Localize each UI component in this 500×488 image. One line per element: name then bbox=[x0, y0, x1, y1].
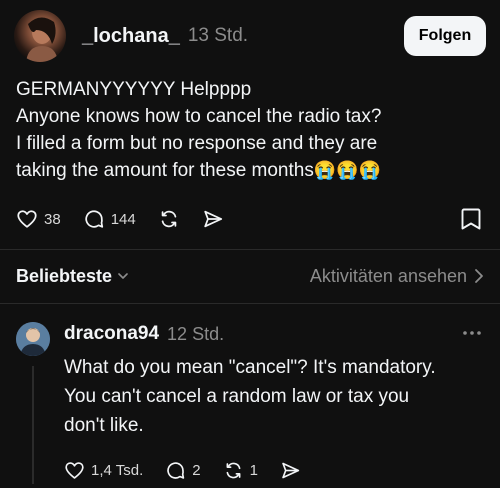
sort-dropdown[interactable]: Beliebteste bbox=[16, 266, 112, 287]
comment-icon bbox=[167, 461, 185, 479]
reply-like-count: 1,4 Tsd. bbox=[91, 461, 144, 479]
like-count: 38 bbox=[44, 210, 61, 228]
comment-button[interactable]: 144 bbox=[83, 208, 136, 230]
reply-line: You can't cancel a random law or tax you bbox=[64, 386, 410, 407]
post-line: taking the amount for these months bbox=[16, 160, 314, 181]
reply-comment-button[interactable]: 2 bbox=[165, 460, 201, 481]
reply-timestamp: 12 Std. bbox=[167, 323, 225, 344]
reply-like-button[interactable]: 1,4 Tsd. bbox=[64, 460, 143, 481]
post-author[interactable]: _lochana_ bbox=[82, 25, 180, 48]
divider bbox=[0, 303, 500, 304]
post-line-last: taking the amount for these months😭😭😭 bbox=[16, 157, 486, 184]
view-activity-label: Aktivitäten ansehen bbox=[309, 265, 467, 286]
repost-icon bbox=[161, 210, 177, 228]
reply-avatar[interactable] bbox=[16, 322, 50, 356]
post-line: Anyone knows how to cancel the radio tax… bbox=[16, 106, 382, 127]
thread-line bbox=[32, 366, 34, 484]
share-icon bbox=[282, 462, 300, 478]
crying-emoji: 😭😭😭 bbox=[313, 160, 382, 180]
chevron-right-icon bbox=[475, 269, 483, 283]
more-options-icon[interactable] bbox=[460, 326, 484, 340]
view-activity-link[interactable]: Aktivitäten ansehen bbox=[310, 266, 484, 287]
share-button[interactable] bbox=[202, 208, 224, 230]
reply-actions: 1,4 Tsd. 2 1 bbox=[64, 457, 323, 483]
chevron-down-icon[interactable] bbox=[117, 270, 129, 282]
reply-line: don't like. bbox=[64, 415, 144, 436]
repost-icon bbox=[226, 462, 241, 478]
reply-line: What do you mean "cancel"? It's mandator… bbox=[64, 357, 436, 378]
divider bbox=[0, 249, 500, 250]
reply-comment-count: 2 bbox=[192, 461, 201, 479]
bookmark-icon[interactable] bbox=[460, 207, 482, 231]
reply-repost-count: 1 bbox=[249, 461, 258, 479]
post-line: I filled a form but no response and they… bbox=[16, 133, 378, 154]
reply-repost-button[interactable]: 1 bbox=[223, 460, 258, 481]
post-line: GERMANYYYYYY Helpppp bbox=[16, 79, 252, 100]
post-timestamp: 13 Std. bbox=[187, 25, 249, 46]
like-button[interactable]: 38 bbox=[16, 208, 61, 230]
reply-text: What do you mean "cancel"? It's mandator… bbox=[64, 353, 474, 440]
thread-view: _lochana_ 13 Std. Folgen GERMANYYYYYY He… bbox=[0, 0, 500, 488]
repost-button[interactable] bbox=[158, 208, 180, 230]
heart-icon bbox=[65, 461, 84, 479]
share-icon bbox=[204, 210, 222, 228]
reply-header: dracona94 12 Std. bbox=[64, 322, 224, 346]
avatar[interactable] bbox=[14, 10, 66, 62]
follow-button[interactable]: Folgen bbox=[404, 16, 486, 56]
reply-author[interactable]: dracona94 bbox=[64, 323, 159, 345]
reply-share-button[interactable] bbox=[280, 460, 301, 481]
post-actions: 38 144 bbox=[16, 205, 246, 233]
heart-icon bbox=[17, 210, 37, 228]
sort-row: Beliebteste Aktivitäten ansehen bbox=[16, 263, 484, 289]
comment-count: 144 bbox=[110, 210, 136, 228]
comment-icon bbox=[85, 210, 103, 228]
post-header: _lochana_ 13 Std. Folgen bbox=[14, 10, 486, 62]
post-text: GERMANYYYYYY Helpppp Anyone knows how to… bbox=[16, 76, 486, 184]
